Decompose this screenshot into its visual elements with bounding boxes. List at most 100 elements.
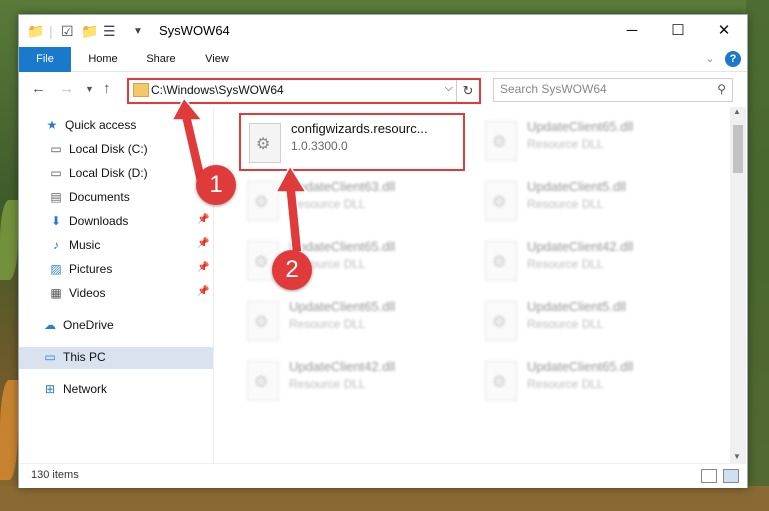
file-name: UpdateClient65.dll [289,299,396,314]
pc-icon: ▭ [44,350,56,364]
sidebar-item-label: Local Disk (D:) [69,166,148,180]
back-arrow-icon[interactable]: ← [31,80,46,97]
file-item[interactable]: UpdateClient42.dll Resource DLL [477,233,703,289]
file-type: Resource DLL [527,197,604,211]
details-view-icon[interactable] [701,469,717,483]
sidebar-item-label: Local Disk (C:) [69,142,148,156]
sidebar-item-label: Quick access [65,118,137,132]
file-type: Resource DLL [527,317,604,331]
sidebar-item-network[interactable]: ⊞ Network [19,379,213,401]
tiles-view-icon[interactable] [723,469,739,483]
network-icon: ⊞ [44,382,56,396]
chevron-down-icon[interactable]: ⌵ [445,82,453,95]
close-button[interactable]: ✕ [701,15,747,47]
refresh-icon[interactable]: ↻ [456,80,479,102]
annotation-arrow-2 [274,164,308,253]
window-title: SysWOW64 [159,23,230,38]
dll-file-icon [485,301,517,341]
background-leaf [0,486,769,511]
sidebar-item-label: Pictures [69,262,113,276]
status-bar: 130 items [19,463,747,488]
minimize-button[interactable]: ─ [609,15,655,47]
file-type: Resource DLL [527,377,604,391]
downloads-icon: ⬇ [50,214,62,228]
sidebar-item-onedrive[interactable]: ☁ OneDrive [19,315,213,337]
file-item[interactable]: UpdateClient65.dll Resource DLL [477,113,703,169]
maximize-button[interactable]: ☐ [655,15,701,47]
folder-icon [133,83,149,97]
properties-icon[interactable]: ☑ [61,23,74,40]
file-type: Resource DLL [289,377,366,391]
step-badge-1: 1 [196,165,236,205]
new-folder-icon[interactable]: 📁 [81,23,98,40]
recent-locations-icon[interactable]: ▼ [85,84,94,94]
sidebar-item-videos[interactable]: ▦ Videos 📌 [19,283,213,305]
pictures-icon: ▨ [50,262,62,276]
search-input[interactable]: Search SysWOW64 ⚲ [493,78,733,102]
folder-icon: 📁 [27,23,45,39]
help-icon[interactable]: ? [725,51,741,67]
sidebar-item-pictures[interactable]: ▨ Pictures 📌 [19,259,213,281]
file-name: UpdateClient42.dll [289,359,396,374]
scroll-up-icon[interactable]: ▲ [733,107,741,116]
documents-icon: ▤ [50,190,62,204]
videos-icon: ▦ [50,286,62,300]
pin-icon[interactable]: 📌 [197,286,209,297]
vertical-scrollbar[interactable]: ▲ ▼ [730,107,746,463]
view-options-icon[interactable]: ☰ [103,23,116,40]
sidebar-item-label: Videos [69,286,106,300]
search-icon: ⚲ [717,82,726,96]
customize-dropdown-icon[interactable]: ▼ [133,26,143,37]
navigation-bar: ← → ▼ ↑ C:\Windows\SysWOW64 ⌵ ↻ Search S… [19,72,747,106]
sidebar-item-label: Network [63,382,108,396]
explorer-window: 📁 | ☑ 📁 ☰ ▼ SysWOW64 ─ ☐ ✕ File Home Sha… [18,14,748,488]
drive-icon: ▭ [50,142,62,156]
sidebar-item-music[interactable]: ♪ Music 📌 [19,235,213,257]
background-leaf [0,380,18,480]
sidebar-item-label: Music [69,238,101,252]
file-name: UpdateClient5.dll [527,179,627,194]
pin-icon[interactable]: 📌 [197,238,209,249]
expand-ribbon-icon[interactable]: ⌄ [703,47,717,71]
file-item[interactable]: UpdateClient65.dll Resource DLL [477,353,703,409]
pin-icon[interactable]: 📌 [197,262,209,273]
file-version: 1.0.3300.0 [291,139,348,153]
file-item[interactable]: UpdateClient65.dll Resource DLL [239,293,465,349]
step-badge-2: 2 [272,250,312,290]
sidebar-item-this-pc[interactable]: ▭ This PC [19,347,213,369]
file-item[interactable]: UpdateClient5.dll Resource DLL [477,293,703,349]
up-arrow-icon[interactable]: ↑ [103,80,111,97]
sidebar-item-label: OneDrive [63,318,114,332]
star-icon: ★ [46,118,58,132]
tab-home[interactable]: Home [81,47,125,71]
file-name: UpdateClient5.dll [527,299,627,314]
item-count: 130 items [31,469,79,481]
file-name: UpdateClient65.dll [527,119,634,134]
background-leaf [746,0,769,486]
file-type: Resource DLL [527,257,604,271]
scroll-down-icon[interactable]: ▼ [733,452,741,461]
scroll-thumb[interactable] [733,125,743,173]
dll-file-icon [249,123,281,163]
sidebar-item-label: Downloads [69,214,129,228]
dll-file-icon [485,181,517,221]
sidebar-item-label: Documents [69,190,130,204]
file-type: Resource DLL [289,317,366,331]
file-name: configwizards.resourc... [291,121,428,136]
sidebar-item-downloads[interactable]: ⬇ Downloads 📌 [19,211,213,233]
pin-icon[interactable]: 📌 [197,214,209,225]
file-name: UpdateClient42.dll [527,239,634,254]
sidebar-item-label: This PC [63,350,106,364]
tab-view[interactable]: View [197,47,237,71]
dll-file-icon [485,121,517,161]
background-leaf [0,200,18,280]
drive-icon: ▭ [50,166,62,180]
file-item[interactable]: UpdateClient5.dll Resource DLL [477,173,703,229]
cloud-icon: ☁ [44,318,56,332]
dll-file-icon [247,361,279,401]
tab-share[interactable]: Share [139,47,183,71]
file-item[interactable]: UpdateClient42.dll Resource DLL [239,353,465,409]
music-icon: ♪ [53,238,59,252]
dll-file-icon [247,301,279,341]
forward-arrow-icon[interactable]: → [59,80,74,97]
